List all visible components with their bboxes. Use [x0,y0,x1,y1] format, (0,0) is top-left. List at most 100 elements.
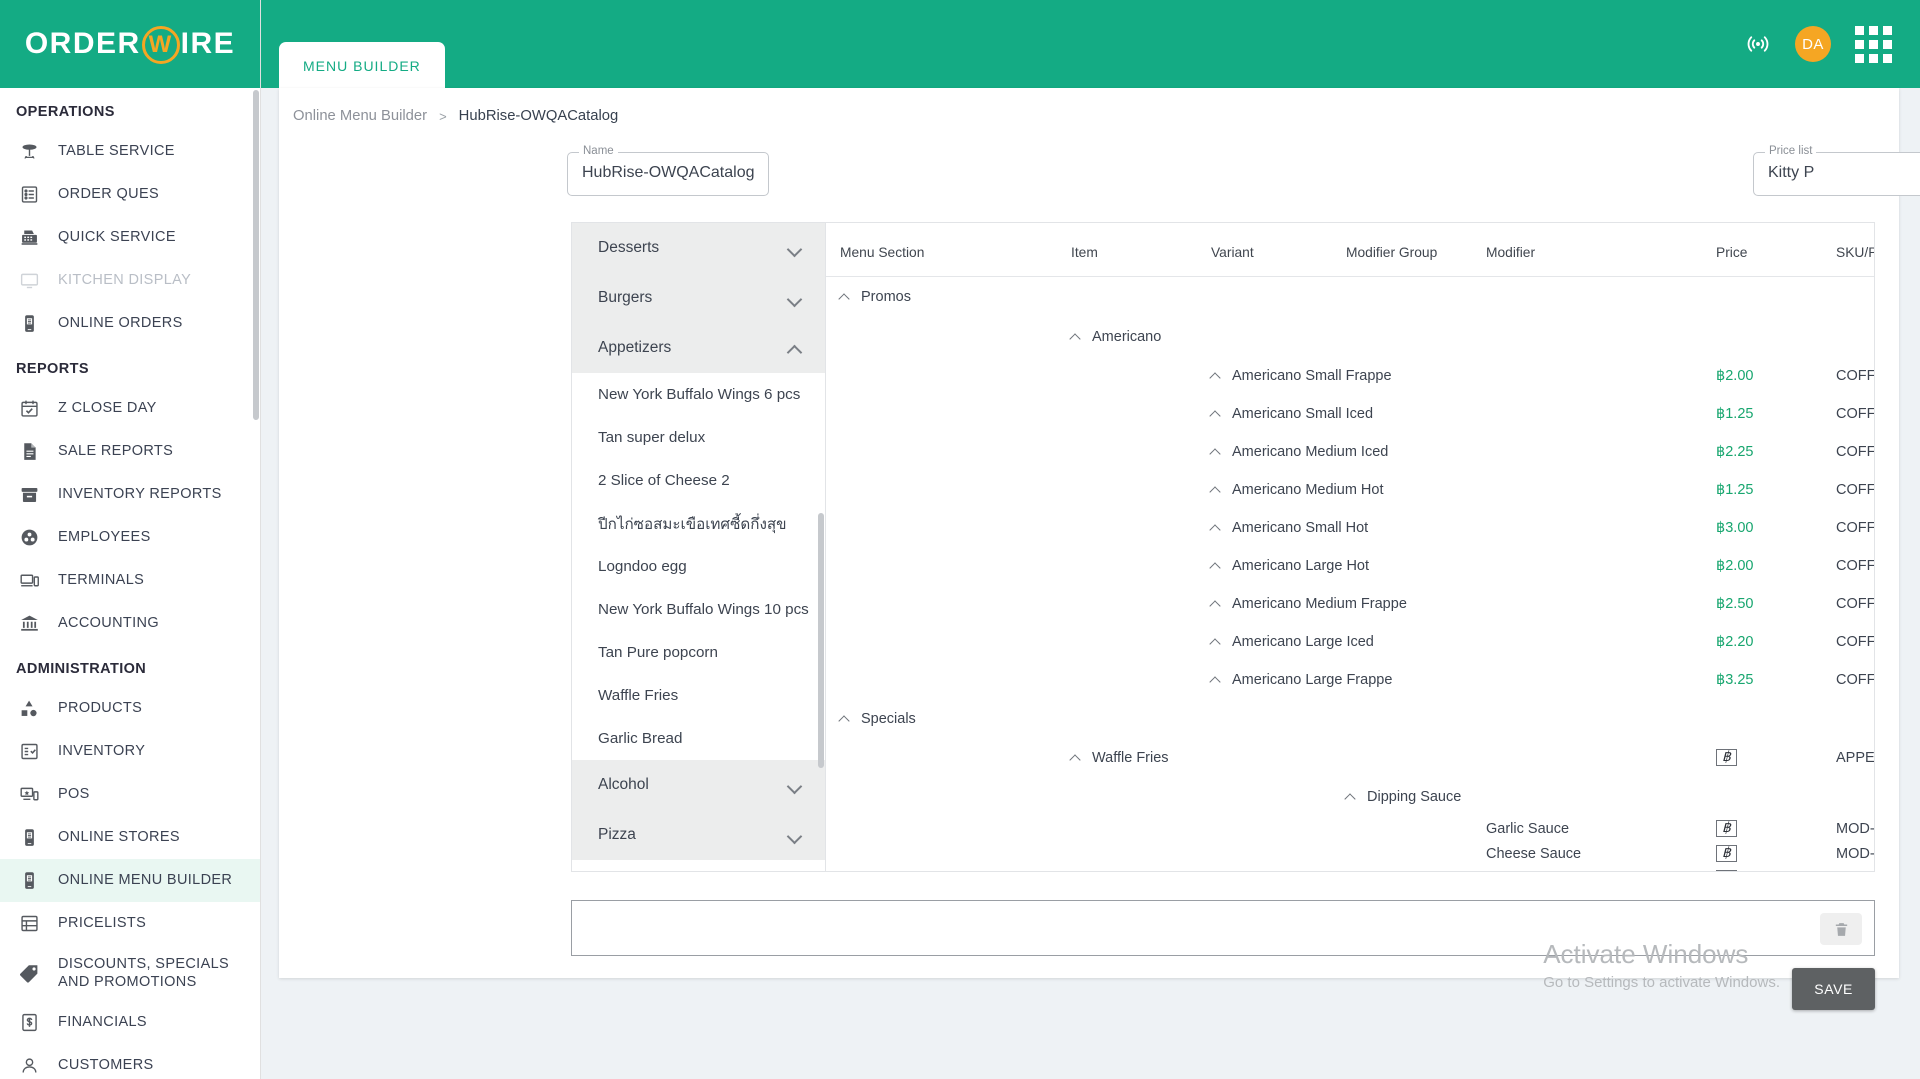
sidebar-item-products[interactable]: PRODUCTS [0,687,260,730]
tab-menu-builder[interactable]: MENU BUILDER [279,42,445,88]
price-input-cell[interactable]: ฿ [1716,739,1836,777]
sidebar-item-inventory[interactable]: INVENTORY [0,730,260,773]
item-cell[interactable]: Americano [1071,317,1211,357]
variant-cell[interactable]: Americano Large Frappe [1211,661,1716,699]
sidebar-item-terminals[interactable]: TERMINALS [0,559,260,602]
chevron-up-icon[interactable] [1211,486,1222,493]
table-row: Americano Small Frappe ฿2.00 COFF-AMER001 [826,357,1874,395]
cell-empty [1071,277,1211,317]
sku: COFF-AMER008 [1836,595,1875,612]
accordion-list-item[interactable]: Waffle Fries [572,674,825,717]
accordion-scrollbar[interactable] [818,513,824,768]
variant-cell[interactable]: Americano Large Hot [1211,547,1716,585]
item-cell[interactable]: Waffle Fries [1071,739,1211,777]
sidebar-item-z-close-day[interactable]: Z CLOSE DAY [0,387,260,430]
price-input-cell[interactable]: ฿ [1716,817,1836,842]
avatar[interactable]: DA [1795,26,1831,62]
accordion-list-item[interactable]: ปีกไก่ซอสมะเขือเทศซี้ดกึ่งสุข [572,502,825,545]
chevron-up-icon[interactable] [1211,638,1222,645]
menu-section-cell[interactable]: Specials [826,699,1071,739]
accordion-list-item[interactable]: New York Buffalo Wings 10 pcs [572,588,825,631]
chevron-up-icon[interactable] [1211,562,1222,569]
accordion-header-desserts[interactable]: Desserts [572,223,825,273]
accordion-header-appetizers[interactable]: Appetizers [572,323,825,373]
chevron-up-icon[interactable] [1211,524,1222,531]
sidebar-item-online-menu-builder[interactable]: ONLINE MENU BUILDER [0,859,260,902]
menu-table-body: Promos Americano Americano Small Frappe ฿2.… [826,277,1875,871]
variant-cell[interactable]: Americano Small Iced [1211,395,1716,433]
chevron-up-icon[interactable] [1211,676,1222,683]
sidebar-item-pricelists[interactable]: PRICELISTS [0,902,260,945]
chevron-up-icon[interactable] [1211,600,1222,607]
cell-empty [826,585,1071,623]
accordion-list-item[interactable]: New York Buffalo Wings 6 pcs [572,373,825,416]
price-input[interactable]: ฿ [1716,748,1737,766]
sidebar-item-online-orders[interactable]: ONLINE ORDERS [0,302,260,345]
sku-cell: COFF-AMER009 [1836,623,1874,661]
variant-cell[interactable]: Americano Medium Frappe [1211,585,1716,623]
price-list-select[interactable]: Price list Kitty P [1753,145,1920,196]
chevron-down-icon[interactable] [789,781,803,790]
variant-cell[interactable]: Americano Large Iced [1211,623,1716,661]
accordion-list-item[interactable]: Garlic Bread [572,717,825,760]
accordion-list-item[interactable]: Tan super delux [572,416,825,459]
sidebar-item-sale-reports[interactable]: SALE REPORTS [0,430,260,473]
breadcrumb-root[interactable]: Online Menu Builder [293,108,427,124]
modifier-group-label: Dipping Sauce [1367,788,1462,805]
sidebar-item-table-service[interactable]: TABLE SERVICE [0,130,260,173]
chevron-up-icon[interactable] [840,293,851,300]
sidebar-item-inventory-reports[interactable]: INVENTORY REPORTS [0,473,260,516]
sidebar-item-online-stores[interactable]: ONLINE STORES [0,816,260,859]
chevron-up-icon[interactable] [789,344,803,353]
sidebar-item-discounts-specials-and-promotions[interactable]: DISCOUNTS, SPECIALS AND PROMOTIONS [0,945,260,1001]
chevron-up-icon[interactable] [1346,793,1357,800]
chevron-up-icon[interactable] [840,715,851,722]
chevron-up-icon[interactable] [1211,448,1222,455]
price-input-cell[interactable]: ฿ [1716,842,1836,867]
price-input[interactable]: ฿ [1716,870,1737,871]
accordion-header-pizza[interactable]: Pizza [572,810,825,860]
accordion-list-item[interactable]: Tan Pure popcorn [572,631,825,674]
customers-icon [18,1055,40,1077]
sidebar-item-pos[interactable]: POS [0,773,260,816]
modifier-group-cell[interactable]: Dipping Sauce [1346,777,1486,817]
sidebar-item-financials[interactable]: FINANCIALS [0,1001,260,1044]
sidebar-item-employees[interactable]: EMPLOYEES [0,516,260,559]
chevron-down-icon[interactable] [789,294,803,303]
price-input[interactable]: ฿ [1716,845,1737,862]
chevron-up-icon[interactable] [1071,754,1082,761]
accordion-header-burgers[interactable]: Burgers [572,273,825,323]
variant-cell[interactable]: Americano Small Hot [1211,509,1716,547]
col-menu-section: Menu Section [826,223,1071,277]
accordion-list-item[interactable]: Logndoo egg [572,545,825,588]
chevron-up-icon[interactable] [1211,372,1222,379]
delete-button[interactable] [1820,913,1862,945]
sidebar-item-accounting[interactable]: ACCOUNTING [0,602,260,645]
cell-empty [1071,547,1211,585]
price-input-cell[interactable]: ฿ [1716,867,1836,871]
brand-logo[interactable]: ORDER W IRE [0,0,260,88]
apps-grid-icon[interactable] [1855,25,1892,63]
sidebar-item-quick-service[interactable]: QUICK SERVICE [0,216,260,259]
sidebar-scrollbar[interactable] [253,90,259,420]
save-button[interactable]: SAVE [1792,968,1875,1010]
menu-section-cell[interactable]: Promos [826,277,1071,317]
chevron-up-icon[interactable] [1071,333,1082,340]
accordion-header-alcohol[interactable]: Alcohol [572,760,825,810]
broadcast-icon[interactable] [1745,31,1771,57]
variant-cell[interactable]: Americano Small Frappe [1211,357,1716,395]
accordion-list-item[interactable]: 2 Slice of Cheese 2 [572,459,825,502]
variant-cell[interactable]: Americano Medium Hot [1211,471,1716,509]
price-input[interactable]: ฿ [1716,820,1737,837]
cell-empty [1346,699,1486,739]
notes-textarea[interactable] [571,900,1875,956]
sku-cell: APPE-WAFF001 [1836,739,1874,777]
chevron-down-icon[interactable] [789,831,803,840]
sidebar-item-customers[interactable]: CUSTOMERS [0,1044,260,1079]
sidebar-item-order-ques[interactable]: ORDER QUES [0,173,260,216]
sidebar: ORDER W IRE OPERATIONS TABLE SERVICE ORDER Q… [0,0,261,1079]
variant-cell[interactable]: Americano Medium Iced [1211,433,1716,471]
chevron-down-icon[interactable] [789,244,803,253]
chevron-up-icon[interactable] [1211,410,1222,417]
name-field[interactable]: Name HubRise-OWQACatalog [567,145,769,196]
